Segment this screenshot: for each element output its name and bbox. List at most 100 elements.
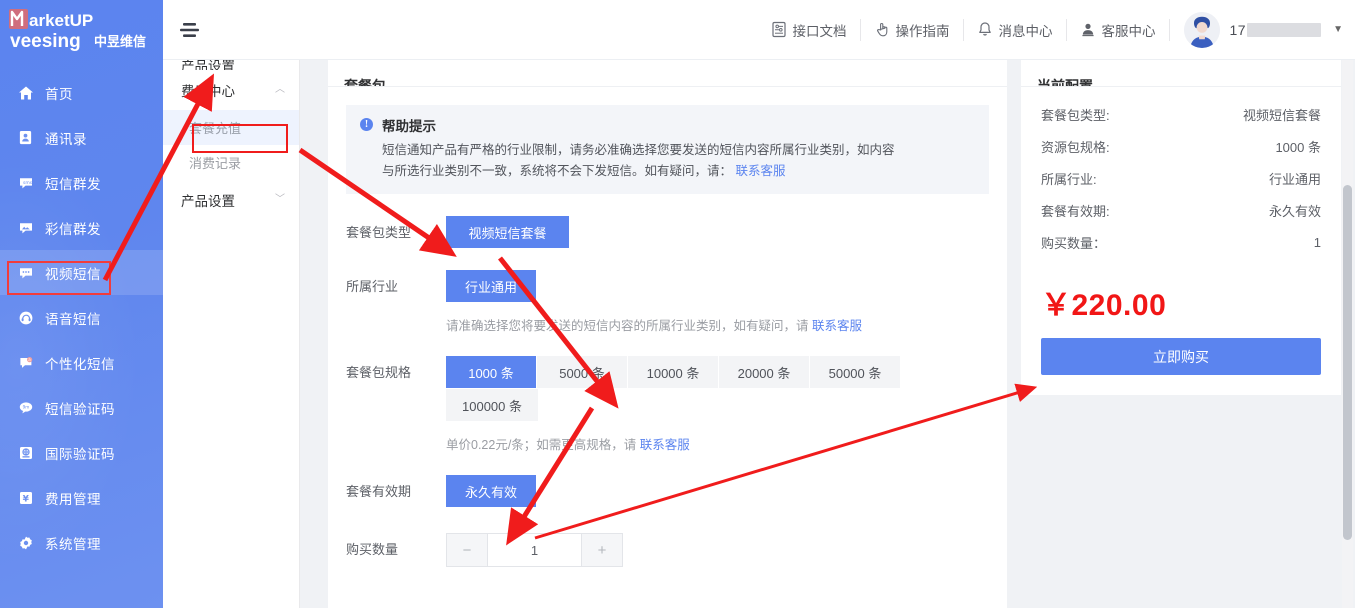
option-video-sms-package[interactable]: 视频短信套餐: [446, 216, 569, 248]
application-window: arketUP veesing 中昱维信 首页 通讯录 sms 短信群发 彩信群…: [0, 0, 1355, 608]
sidebar-item-label: 国际验证码: [45, 446, 115, 462]
field-label: 套餐包类型: [346, 225, 412, 240]
header-action-guide[interactable]: 操作指南: [861, 18, 964, 41]
option-group: 行业通用: [446, 270, 971, 302]
contact-service-link[interactable]: 联系客服: [640, 438, 690, 452]
sidebar-item-contacts[interactable]: 通讯录: [0, 115, 163, 160]
summary-body: 套餐包类型: 视频短信套餐 资源包规格: 1000 条 所属行业: 行业通用 套…: [1021, 87, 1341, 395]
field-control: 永久有效: [446, 475, 989, 507]
vertical-scrollbar[interactable]: [1342, 60, 1353, 608]
option-spec-20000[interactable]: 20000 条: [719, 356, 809, 388]
user-name: 17: [1230, 22, 1322, 38]
option-permanent-validity[interactable]: 永久有效: [446, 475, 536, 507]
chevron-down-icon: ▼: [1333, 24, 1343, 35]
buy-now-button[interactable]: 立即购买: [1041, 338, 1321, 375]
sidebar-item-video-sms[interactable]: 视频短信: [0, 250, 163, 295]
option-spec-100000[interactable]: 100000 条: [446, 389, 538, 421]
summary-row: 套餐包类型: 视频短信套餐: [1041, 105, 1321, 124]
field-label: 套餐包规格: [346, 365, 412, 380]
svg-text:中昱维信: 中昱维信: [94, 34, 146, 50]
voice-sms-icon: [17, 309, 34, 326]
field-package-spec: 套餐包规格 1000 条 5000 条 10000 条 20000 条 5000…: [346, 356, 989, 453]
sidebar-item-system-settings[interactable]: 系统管理: [0, 520, 163, 565]
summary-key: 资源包规格:: [1041, 140, 1110, 155]
sidebar-item-label: 费用管理: [45, 491, 101, 507]
help-tip-line1: 短信通知产品有严格的行业限制，请务必准确选择您要发送的短信内容所属行业类别，如内…: [382, 143, 895, 157]
contact-service-link[interactable]: 联系客服: [812, 319, 862, 333]
sidebar-item-label: 彩信群发: [45, 221, 101, 237]
summary-key: 购买数量：: [1041, 236, 1107, 251]
field-control: 1000 条 5000 条 10000 条 20000 条 50000 条 10…: [446, 356, 989, 453]
api-doc-icon: [771, 21, 787, 38]
total-price: ￥220.00: [1041, 289, 1167, 322]
sidebar-item-sms-bulk[interactable]: sms 短信群发: [0, 160, 163, 205]
option-group: 视频短信套餐: [446, 216, 971, 248]
field-hint-text: 请准确选择您将要发送的短信内容的所属行业类别，如有疑问，请: [446, 319, 812, 333]
avatar: [1183, 11, 1220, 48]
header-action-message-center[interactable]: 消息中心: [964, 18, 1067, 41]
sidebar-item-voice-sms[interactable]: 语音短信: [0, 295, 163, 340]
option-spec-1000[interactable]: 1000 条: [446, 356, 536, 388]
submenu-cut-item[interactable]: 产品设置: [163, 60, 299, 70]
primary-sidebar: arketUP veesing 中昱维信 首页 通讯录 sms 短信群发 彩信群…: [0, 0, 163, 608]
svg-text:arketUP: arketUP: [29, 11, 93, 30]
field-hint: 请准确选择您将要发送的短信内容的所属行业类别，如有疑问，请 联系客服: [446, 315, 989, 334]
sidebar-item-home[interactable]: 首页: [0, 70, 163, 115]
sidebar-item-mms-bulk[interactable]: 彩信群发: [0, 205, 163, 250]
summary-row: 资源包规格: 1000 条: [1041, 137, 1321, 156]
sidebar-item-label: 语音短信: [45, 311, 101, 327]
submenu-group-product-settings[interactable]: 产品设置 ﹀: [163, 180, 299, 220]
header-action-api-doc[interactable]: 接口文档: [758, 18, 861, 41]
header-action-label: 接口文档: [792, 23, 847, 39]
sidebar-item-personalized-sms[interactable]: a 个性化短信: [0, 340, 163, 385]
app-logo[interactable]: arketUP veesing 中昱维信: [0, 0, 163, 60]
sidebar-item-label: 系统管理: [45, 536, 101, 552]
collapse-menu-icon[interactable]: [163, 21, 219, 39]
summary-value: 行业通用: [1268, 172, 1321, 187]
logo-mark: arketUP veesing 中昱维信: [9, 9, 146, 52]
user-name-mask: [1247, 22, 1322, 37]
submenu-group-label: 产品设置: [181, 194, 235, 209]
package-card-header: 套餐包: [328, 60, 1007, 87]
field-control: 视频短信套餐: [446, 216, 989, 248]
sms-bulk-icon: sms: [17, 174, 34, 191]
option-spec-5000[interactable]: 5000 条: [537, 356, 627, 388]
user-name-prefix: 17: [1229, 21, 1247, 38]
field-label: 所属行业: [346, 279, 399, 294]
option-general-industry[interactable]: 行业通用: [446, 270, 536, 302]
page-title: 套餐包: [344, 78, 386, 87]
package-card-body: ! 帮助提示 短信通知产品有严格的行业限制，请务必准确选择您要发送的短信内容所属…: [328, 87, 1007, 567]
field-hint-text: 单价0.22元/条；如需更高规格，请: [446, 438, 640, 452]
summary-row: 购买数量： 1: [1041, 233, 1321, 252]
field-industry: 所属行业 行业通用 请准确选择您将要发送的短信内容的所属行业类别，如有疑问，请 …: [346, 270, 989, 334]
option-spec-50000[interactable]: 50000 条: [810, 356, 900, 388]
user-menu[interactable]: 17 ▼: [1170, 11, 1343, 48]
contacts-icon: [17, 129, 34, 146]
help-tip-line2: 与所选行业类别不一致，系统将不会下发短信。如有疑问，请：: [382, 164, 733, 178]
quantity-input[interactable]: 1: [488, 533, 581, 567]
contact-service-link[interactable]: 联系客服: [736, 164, 786, 178]
sidebar-item-label: 视频短信: [45, 266, 101, 282]
field-control: 行业通用 请准确选择您将要发送的短信内容的所属行业类别，如有疑问，请 联系客服: [446, 270, 989, 334]
sidebar-item-label: 短信验证码: [45, 401, 115, 417]
submenu-group-fee-center[interactable]: 费用中心 ︿: [163, 70, 299, 110]
help-tip-text: 短信通知产品有严格的行业限制，请务必准确选择您要发送的短信内容所属行业类别，如内…: [382, 140, 895, 182]
sidebar-item-fee-management[interactable]: ¥ 费用管理: [0, 475, 163, 520]
help-tip: ! 帮助提示 短信通知产品有严格的行业限制，请务必准确选择您要发送的短信内容所属…: [346, 105, 989, 194]
sidebar-item-intl-code[interactable]: 国际验证码: [0, 430, 163, 475]
header-action-label: 操作指南: [895, 23, 950, 39]
scrollbar-thumb[interactable]: [1343, 185, 1352, 540]
sidebar-item-sms-code[interactable]: 9m 短信验证码: [0, 385, 163, 430]
quantity-stepper: − 1 +: [446, 533, 623, 567]
quantity-increment-button[interactable]: +: [581, 533, 623, 567]
sidebar-item-label: 个性化短信: [45, 356, 115, 372]
header-action-service-center[interactable]: 客服中心: [1067, 18, 1170, 41]
system-settings-icon: [17, 534, 34, 551]
bell-icon: [977, 21, 993, 38]
sidebar-item-label: 通讯录: [45, 131, 87, 147]
option-spec-10000[interactable]: 10000 条: [628, 356, 718, 388]
quantity-decrement-button[interactable]: −: [446, 533, 488, 567]
header-action-label: 客服中心: [1101, 23, 1156, 39]
summary-card-header: 当前配置: [1021, 60, 1341, 87]
summary-row: 所属行业: 行业通用: [1041, 169, 1321, 188]
